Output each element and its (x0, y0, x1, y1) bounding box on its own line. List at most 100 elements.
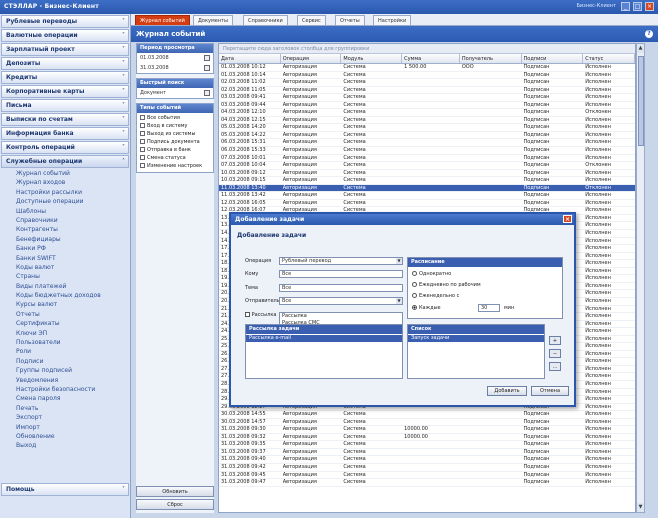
close-icon[interactable]: × (563, 215, 572, 223)
sidebar-section[interactable]: Кредиты ˅ (1, 71, 129, 84)
scroll-thumb[interactable] (638, 56, 644, 146)
sidebar-section[interactable]: Письма ˅ (1, 99, 129, 112)
sidebar-subitem[interactable]: Шаблоны (16, 207, 130, 216)
sidebar-subitem[interactable]: Справочники (16, 216, 130, 225)
to-field[interactable]: Все (279, 270, 403, 278)
sidebar-subitem[interactable]: Настройки безопасности (16, 385, 130, 394)
operation-select[interactable]: Рублевый перевод ▼ (279, 257, 403, 265)
sidebar-subitem[interactable]: Смена пароля (16, 394, 130, 403)
cancel-button[interactable]: Отмена (531, 386, 569, 396)
table-row[interactable]: 31.03.2008 09:32 Авторизация Система 10000.… (219, 434, 635, 442)
mailing-checkbox[interactable]: Рассылка (245, 311, 276, 319)
grid-vertical-scrollbar[interactable]: ▲ ▼ (636, 43, 645, 513)
sidebar-subitem[interactable]: Контрагенты (16, 225, 130, 234)
sidebar-section[interactable]: Депозиты ˅ (1, 57, 129, 70)
table-row[interactable]: 12.03.2008 16:05 Авторизация Система Подпис… (219, 200, 635, 208)
scroll-up-icon[interactable]: ▲ (637, 44, 644, 53)
sender-select[interactable]: Все ▼ (279, 297, 403, 305)
tab-item[interactable]: Сервис (297, 15, 326, 25)
close-icon[interactable]: × (645, 2, 654, 11)
sidebar-subitem[interactable]: Настройки рассылки (16, 188, 130, 197)
checkbox-box[interactable] (140, 131, 145, 136)
tab-item[interactable]: Отчеты (335, 15, 365, 25)
table-row[interactable]: 31.03.2008 09:35 Авторизация Система Подпис… (219, 441, 635, 449)
tab-item[interactable]: Справочники (243, 15, 288, 25)
table-row[interactable]: 03.03.2008 09:41 Авторизация Система Подпис… (219, 94, 635, 102)
sidebar-section[interactable]: Контроль операций ˅ (1, 141, 129, 154)
table-row[interactable]: 01.03.2008 10:14 Авторизация Система Подпис… (219, 72, 635, 80)
table-row[interactable]: 04.03.2008 12:10 Авторизация Система Подпис… (219, 109, 635, 117)
table-row[interactable]: 02.03.2008 11:05 Авторизация Система Подпис… (219, 87, 635, 95)
event-type-checkbox[interactable]: Отправка в банк (137, 146, 213, 154)
scroll-down-icon[interactable]: ▼ (637, 503, 644, 512)
sidebar-subitem[interactable]: Экспорт (16, 413, 130, 422)
sidebar-subitem[interactable]: Печать (16, 404, 130, 413)
sidebar-subitem[interactable]: Группы подписей (16, 366, 130, 375)
table-row[interactable]: 31.03.2008 09:45 Авторизация Система Подпис… (219, 472, 635, 480)
event-type-checkbox[interactable]: Подпись документа (137, 138, 213, 146)
sidebar-subitem[interactable]: Роли (16, 347, 130, 356)
checkbox-box[interactable] (140, 123, 145, 128)
dropdown-option[interactable]: Рассылка (280, 313, 402, 320)
sidebar-subitem[interactable]: Доступные операции (16, 197, 130, 206)
event-type-checkbox[interactable]: Смена статуса (137, 154, 213, 162)
sidebar-section[interactable]: Валютные операции ˅ (1, 29, 129, 42)
sidebar-subitem[interactable]: Коды валют (16, 263, 130, 272)
sidebar-section[interactable]: Информация банка ˅ (1, 127, 129, 140)
table-row[interactable]: 06.03.2008 15:33 Авторизация Система Подпис… (219, 147, 635, 155)
event-type-checkbox[interactable]: Выход из системы (137, 130, 213, 138)
radio-icon[interactable] (412, 305, 417, 310)
table-row[interactable]: 31.03.2008 09:42 Авторизация Система Подпис… (219, 464, 635, 472)
sidebar-subitem[interactable]: Пользователи (16, 338, 130, 347)
sidebar-section[interactable]: Зарплатный проект ˅ (1, 43, 129, 56)
sidebar-subitem[interactable]: Виды платежей (16, 282, 130, 291)
sidebar-subitem[interactable]: Страны (16, 272, 130, 281)
checkbox-box[interactable] (140, 163, 145, 168)
sidebar-subitem[interactable]: Отчеты (16, 310, 130, 319)
column-header[interactable]: Получатель (460, 54, 522, 63)
refresh-button[interactable]: Обновить (136, 486, 214, 497)
dropdown-arrow-icon[interactable] (204, 90, 210, 96)
calendar-icon[interactable] (204, 55, 210, 61)
schedule-option-once[interactable]: Однократно (412, 270, 451, 278)
sidebar-subitem[interactable]: Журнал событий (16, 169, 130, 178)
table-row[interactable]: 30.03.2008 14:57 Авторизация Система Подпис… (219, 419, 635, 427)
table-row[interactable]: 01.03.2008 10:12 Авторизация Система 1 500.… (219, 64, 635, 72)
sidebar-subitem[interactable]: Курсы валют (16, 300, 130, 309)
checkbox-box[interactable] (140, 147, 145, 152)
sidebar-subitem[interactable]: Обновление (16, 432, 130, 441)
table-row[interactable]: 07.03.2008 10:04 Авторизация Система Подпис… (219, 162, 635, 170)
table-row[interactable]: 04.03.2008 12:15 Авторизация Система Подпис… (219, 117, 635, 125)
minimize-icon[interactable]: _ (621, 2, 630, 11)
table-row[interactable]: 11.03.2008 13:42 Авторизация Система Подпис… (219, 192, 635, 200)
table-row[interactable]: 10.03.2008 09:12 Авторизация Система Подпис… (219, 170, 635, 178)
sidebar-subitem[interactable]: Сертификаты (16, 319, 130, 328)
table-row[interactable]: 05.03.2008 14:22 Авторизация Система Подпис… (219, 132, 635, 140)
table-row[interactable]: 31.03.2008 09:37 Авторизация Система Подпис… (219, 449, 635, 457)
subject-field[interactable]: Все (279, 284, 403, 292)
table-row[interactable]: 31.03.2008 09:30 Авторизация Система 10000.… (219, 426, 635, 434)
calendar-icon[interactable] (204, 65, 210, 71)
column-header[interactable]: Операция (281, 54, 342, 63)
interval-input[interactable]: 30 (478, 304, 500, 312)
sidebar-subitem[interactable]: Уведомления (16, 376, 130, 385)
schedule-option-daily[interactable]: Ежедневно по рабочим (412, 281, 481, 289)
checkbox-box[interactable] (245, 312, 250, 317)
column-header[interactable]: Модуль (341, 54, 403, 63)
add-button[interactable]: Добавить (487, 386, 527, 396)
table-row[interactable]: 30.03.2008 14:55 Авторизация Система Подпис… (219, 411, 635, 419)
table-row[interactable]: 11.03.2008 13:40 Авторизация Система Подпис… (219, 184, 635, 193)
table-row[interactable]: 02.03.2008 11:02 Авторизация Система Подпис… (219, 79, 635, 87)
reset-button[interactable]: Сброс (136, 499, 214, 510)
column-header[interactable]: Подписи (522, 54, 584, 63)
radio-icon[interactable] (412, 282, 417, 287)
sidebar-section[interactable]: Корпоративные карты ˅ (1, 85, 129, 98)
sidebar-section-open[interactable]: Служебные операции ˄ (1, 155, 129, 168)
table-row[interactable]: 31.03.2008 09:47 Авторизация Система Подпис… (219, 479, 635, 487)
help-icon[interactable]: ? (645, 30, 653, 38)
tab-item[interactable]: Настройки (373, 15, 412, 25)
table-row[interactable]: 03.03.2008 09:44 Авторизация Система Подпис… (219, 102, 635, 110)
date-from-field[interactable]: 01.03.2008 (137, 53, 213, 63)
checkbox-box[interactable] (140, 115, 145, 120)
sidebar-subitem[interactable]: Банки SWIFT (16, 254, 130, 263)
